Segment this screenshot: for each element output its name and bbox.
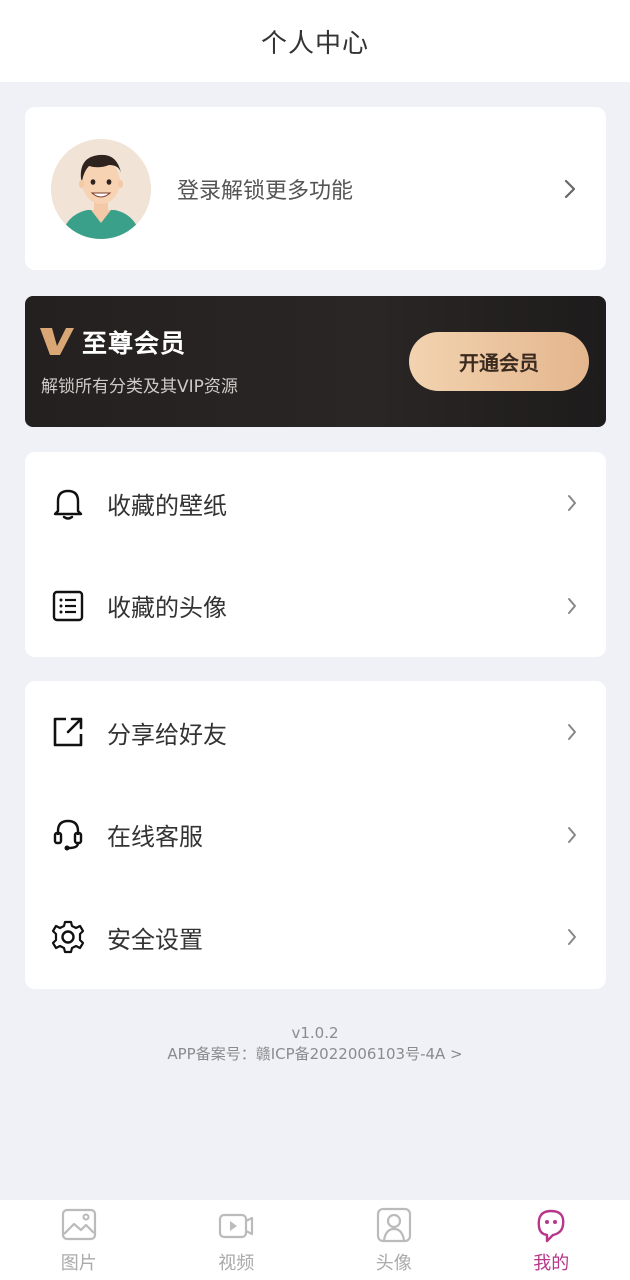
menu-item-label: 收藏的头像	[107, 594, 227, 623]
service-menu: 分享给好友 在线客服 安全设置	[25, 681, 606, 989]
tab-images[interactable]: 图片	[0, 1200, 158, 1280]
chevron-right-icon	[560, 594, 584, 618]
vip-title: 至尊会员	[82, 329, 187, 358]
avatar-illustration	[51, 138, 151, 239]
image-icon	[61, 1208, 96, 1241]
page-title: 个人中心	[260, 28, 369, 59]
app-info: v1.0.2 APP备案号：赣ICP备2022006103号-4A >	[0, 1023, 630, 1065]
version-text: v1.0.2	[291, 1024, 339, 1042]
chevron-right-icon	[558, 177, 582, 201]
icp-record-link[interactable]: APP备案号：赣ICP备2022006103号-4A >	[0, 1044, 630, 1065]
menu-item-customer-service[interactable]: 在线客服	[25, 784, 606, 887]
vip-subtitle: 解锁所有分类及其VIP资源	[41, 377, 238, 397]
bottom-tab-bar: 图片 视频 头像 我的	[0, 1200, 630, 1280]
login-prompt: 登录解锁更多功能	[177, 178, 354, 204]
tab-videos[interactable]: 视频	[158, 1200, 316, 1280]
chevron-right-icon	[560, 823, 584, 847]
share-icon	[51, 715, 85, 749]
bell-icon	[51, 486, 85, 520]
video-icon	[219, 1213, 254, 1239]
chevron-right-icon	[560, 720, 584, 744]
tab-avatars[interactable]: 头像	[315, 1200, 473, 1280]
menu-item-label: 安全设置	[107, 925, 203, 954]
tab-mine[interactable]: 我的	[473, 1200, 630, 1280]
chevron-right-icon	[560, 925, 584, 949]
menu-item-favorite-wallpapers[interactable]: 收藏的壁纸	[25, 452, 606, 555]
favorites-menu: 收藏的壁纸 收藏的头像	[25, 452, 606, 657]
vip-v-logo-icon	[40, 328, 74, 355]
tab-label: 图片	[60, 1253, 97, 1274]
mine-icon	[537, 1209, 565, 1243]
portrait-icon	[376, 1207, 411, 1243]
tab-label: 头像	[375, 1253, 412, 1274]
headset-icon	[51, 818, 85, 852]
menu-item-security-settings[interactable]: 安全设置	[25, 886, 606, 989]
list-icon	[51, 589, 85, 623]
tab-label: 我的	[533, 1253, 570, 1274]
menu-item-favorite-avatars[interactable]: 收藏的头像	[25, 555, 606, 658]
top-bar: 个人中心	[0, 0, 630, 82]
avatar[interactable]	[51, 138, 151, 239]
gear-icon	[51, 920, 85, 954]
menu-item-label: 收藏的壁纸	[107, 491, 227, 520]
menu-item-label: 在线客服	[107, 823, 203, 852]
login-card[interactable]: 登录解锁更多功能	[25, 107, 606, 270]
menu-item-label: 分享给好友	[107, 720, 227, 749]
open-vip-button[interactable]: 开通会员	[409, 332, 589, 391]
tab-label: 视频	[218, 1253, 255, 1274]
menu-item-share[interactable]: 分享给好友	[25, 681, 606, 784]
chevron-right-icon	[560, 491, 584, 515]
